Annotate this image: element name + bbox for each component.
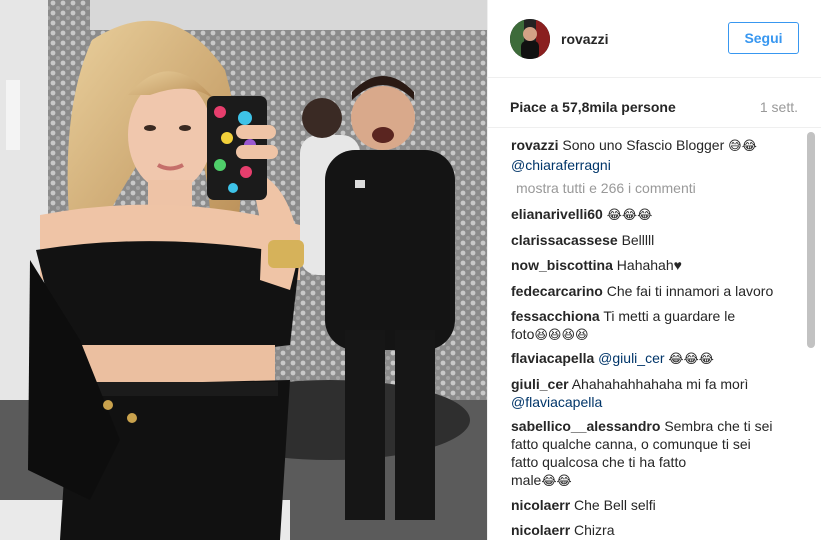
comment-emoji: 😂😂 bbox=[541, 474, 572, 489]
comment-username[interactable]: clarissacassese bbox=[511, 232, 618, 248]
comment-text-line-4: male bbox=[511, 472, 542, 488]
comments-list: rovazzi Sono uno Sfascio Blogger 😅😂 @chi… bbox=[488, 128, 821, 540]
show-all-comments-link[interactable]: mostra tutti e 266 i commenti bbox=[516, 180, 696, 196]
comment-text-line-2: fatto qualche canna, o comunque ti sei bbox=[511, 436, 751, 452]
post-stats: Piace a 57,8mila persone 1 sett. bbox=[488, 78, 821, 128]
list-item: clarissacassese Belllll bbox=[511, 231, 794, 249]
post-header: rovazzi Segui bbox=[488, 0, 821, 78]
likes-count[interactable]: Piace a 57,8mila persone bbox=[510, 99, 676, 115]
photo-image bbox=[0, 0, 487, 540]
comment-text: Che fai ti innamori a lavoro bbox=[606, 283, 774, 299]
scrollbar-thumb[interactable] bbox=[807, 132, 815, 348]
list-item: elianarivelli60 😂😂😂 bbox=[511, 205, 794, 225]
comment-text: Sembra che ti sei bbox=[664, 418, 773, 434]
caption-mention[interactable]: @chiaraferragni bbox=[511, 157, 611, 173]
comment-text: Chizra bbox=[574, 522, 615, 538]
comment-emoji: 😆😆😆😆 bbox=[534, 328, 589, 343]
list-item: giuli_cer Ahahahahhahaha mi fa morì @fla… bbox=[511, 375, 794, 411]
comment-emoji: 😂😂😂 bbox=[606, 208, 653, 223]
comment-text-line-3: fatto qualcosa che ti ha fatto bbox=[511, 454, 687, 470]
list-item: now_biscottina Hahahah♥ bbox=[511, 256, 794, 274]
caption-text: Sono uno Sfascio Blogger bbox=[558, 137, 729, 153]
list-item: nicolaerr Chizra bbox=[511, 521, 794, 539]
caption-emoji: 😅😂 bbox=[728, 139, 757, 154]
comment-username[interactable]: nicolaerr bbox=[511, 522, 570, 538]
post-timestamp[interactable]: 1 sett. bbox=[760, 99, 798, 115]
caption: rovazzi Sono uno Sfascio Blogger 😅😂 @chi… bbox=[511, 136, 794, 174]
avatar[interactable] bbox=[510, 19, 550, 59]
comment-username[interactable]: nicolaerr bbox=[511, 497, 570, 513]
list-item: flaviacapella @giuli_cer 😂😂😂 bbox=[511, 349, 794, 369]
comment-username[interactable]: sabellico__alessandro bbox=[511, 418, 660, 434]
comment-mention[interactable]: @flaviacapella bbox=[511, 394, 602, 410]
avatar-image bbox=[510, 19, 550, 59]
comment-username[interactable]: elianarivelli60 bbox=[511, 206, 603, 222]
comment-text: Belllll bbox=[621, 232, 655, 248]
list-item: nicolaerr Che Bell selfi bbox=[511, 496, 794, 514]
comment-username[interactable]: giuli_cer bbox=[511, 376, 569, 392]
list-item: fessacchiona Ti metti a guardare le foto… bbox=[511, 307, 794, 345]
comment-text: Ahahahahhahaha mi fa morì bbox=[571, 376, 749, 392]
list-item: sabellico__alessandro Sembra che ti sei … bbox=[511, 417, 794, 491]
follow-button[interactable]: Segui bbox=[728, 22, 799, 54]
comment-username[interactable]: now_biscottina bbox=[511, 257, 613, 273]
list-item: fedecarcarino Che fai ti innamori a lavo… bbox=[511, 282, 794, 300]
comment-mention[interactable]: @giuli_cer bbox=[598, 350, 664, 366]
post-details-panel: rovazzi Segui Piace a 57,8mila persone 1… bbox=[487, 0, 821, 540]
comment-text: Hahahah♥ bbox=[616, 257, 682, 273]
comments-scrollbar[interactable] bbox=[805, 128, 817, 540]
comment-username[interactable]: fedecarcarino bbox=[511, 283, 603, 299]
caption-username[interactable]: rovazzi bbox=[511, 137, 558, 153]
comment-text: Ti metti a guardare le bbox=[603, 308, 736, 324]
comment-emoji: 😂😂😂 bbox=[668, 352, 714, 367]
comment-text: Che Bell selfi bbox=[574, 497, 656, 513]
comment-username[interactable]: flaviacapella bbox=[511, 350, 594, 366]
comment-text-continued: foto bbox=[511, 326, 535, 342]
comment-username[interactable]: fessacchiona bbox=[511, 308, 600, 324]
post-photo[interactable] bbox=[0, 0, 487, 540]
post-author-username[interactable]: rovazzi bbox=[561, 31, 608, 47]
